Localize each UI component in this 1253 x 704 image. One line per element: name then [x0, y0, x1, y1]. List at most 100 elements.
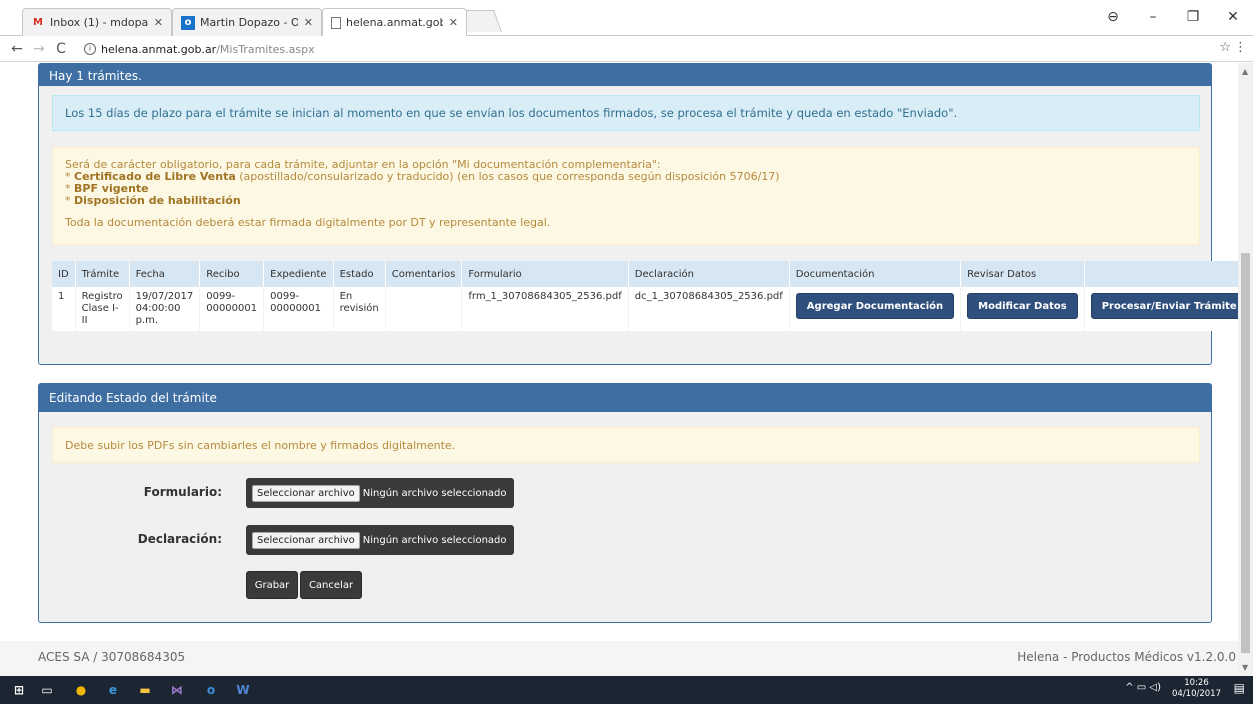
taskbar-clock[interactable]: 10:26 04/10/2017: [1172, 678, 1221, 700]
restore-button[interactable]: ❐: [1173, 9, 1213, 25]
cell-revisar: Modificar Datos: [960, 287, 1085, 331]
url-path: /MisTramites.aspx: [216, 42, 315, 56]
page-icon: [331, 16, 341, 29]
tramites-table: ID Trámite Fecha Recibo Expediente Estad…: [52, 261, 1238, 331]
address-bar: ← → C i helena.anmat.gob.ar /MisTramites…: [0, 36, 1253, 62]
formulario-file-input[interactable]: Seleccionar archivo Ningún archivo selec…: [246, 478, 514, 508]
window-controls: ⊖ – ❐ ✕: [1093, 0, 1253, 34]
chrome-icon[interactable]: ●: [68, 680, 94, 700]
col-declaracion: Declaración: [628, 261, 790, 287]
upload-warning: Debe subir los PDFs sin cambiarles el no…: [52, 427, 1200, 463]
save-button[interactable]: Grabar: [246, 571, 298, 599]
url-field[interactable]: i helena.anmat.gob.ar /MisTramites.aspx: [84, 39, 1224, 59]
col-tramite: Trámite: [75, 261, 130, 287]
col-recibo: Recibo: [199, 261, 265, 287]
scroll-up-icon[interactable]: ▲: [1242, 67, 1248, 76]
gmail-icon: M: [33, 17, 43, 28]
warning-item1-rest: (apostillado/consularizado y traducido) …: [235, 170, 780, 183]
cell-expediente-2: 00000001: [270, 303, 322, 314]
tab-gmail[interactable]: M Inbox (1) - mdopazo@g ✕: [22, 8, 172, 36]
declaracion-no-file-text: Ningún archivo seleccionado: [362, 534, 507, 546]
cell-fecha-2: 04:00:00 p.m.: [135, 303, 181, 326]
windows-taskbar: ⊞ ▭ ● e ▬ ⋈ o W ^ ▭ ◁) 10:26 04/10/2017 …: [0, 676, 1253, 704]
warning-item3: * Disposición de habilitación: [65, 194, 241, 207]
col-fecha: Fecha: [129, 261, 201, 287]
task-view-icon[interactable]: ▭: [34, 680, 60, 700]
close-window-button[interactable]: ✕: [1213, 9, 1253, 25]
outlook-icon: o: [181, 15, 195, 30]
declaracion-file-input[interactable]: Seleccionar archivo Ningún archivo selec…: [246, 525, 514, 555]
cell-fecha-1: 19/07/2017: [135, 291, 194, 302]
process-send-button[interactable]: Procesar/Enviar Trámite: [1090, 293, 1238, 319]
cell-expediente-1: 0099-: [270, 291, 300, 302]
upload-warning-text: Debe subir los PDFs sin cambiarles el no…: [65, 438, 456, 452]
modify-data-button[interactable]: Modificar Datos: [967, 293, 1078, 319]
table-row: 1 Registro Clase I-II 19/07/2017 04:00:00 …: [52, 287, 1238, 331]
cell-recibo-2: 00000001: [206, 303, 258, 314]
close-icon[interactable]: ✕: [154, 16, 163, 29]
col-formulario: Formulario: [461, 261, 629, 287]
info-icon[interactable]: i: [84, 43, 96, 55]
warning-line-last: Toda la documentación deberá estar firma…: [65, 216, 551, 229]
info-alert-text: Los 15 días de plazo para el trámite se …: [65, 106, 958, 120]
cell-formulario[interactable]: frm_1_30708684305_2536.pdf: [461, 287, 629, 331]
col-expediente: Expediente: [263, 261, 334, 287]
footer-company: ACES SA / 30708684305: [38, 650, 186, 664]
cell-tramite: Registro Clase I-II: [75, 287, 130, 331]
tab-outlook-label: Martin Dopazo - Outloo: [200, 16, 298, 29]
back-button[interactable]: ←: [6, 41, 28, 57]
info-alert: Los 15 días de plazo para el trámite se …: [52, 95, 1200, 131]
declaracion-select-file-button[interactable]: Seleccionar archivo: [252, 531, 360, 549]
tab-helena[interactable]: helena.anmat.gob.ar/Mi ✕: [322, 8, 467, 36]
word-icon[interactable]: W: [230, 680, 256, 700]
formulario-label: Formulario:: [143, 485, 222, 499]
cell-declaracion[interactable]: dc_1_30708684305_2536.pdf: [628, 287, 790, 331]
clock-date: 04/10/2017: [1172, 689, 1221, 699]
file-explorer-icon[interactable]: ▬: [132, 680, 158, 700]
page-scrollbar[interactable]: ▲ ▼: [1238, 63, 1253, 676]
cell-acciones: Procesar/Enviar Trámite: [1084, 287, 1238, 331]
cell-recibo: 0099- 00000001: [199, 287, 265, 331]
declaracion-label: Declaración:: [137, 532, 222, 546]
account-icon[interactable]: ⊖: [1093, 9, 1133, 25]
cell-fecha: 19/07/2017 04:00:00 p.m.: [129, 287, 201, 331]
cell-comentarios: [385, 287, 463, 331]
cell-documentacion: Agregar Documentación: [789, 287, 962, 331]
table-header-row: ID Trámite Fecha Recibo Expediente Estad…: [52, 261, 1238, 287]
col-estado: Estado: [333, 261, 386, 287]
warning-item1: * Certificado de Libre Venta (apostillad…: [65, 170, 780, 183]
formulario-select-file-button[interactable]: Seleccionar archivo: [252, 484, 360, 502]
outlook-taskbar-icon[interactable]: o: [198, 680, 224, 700]
cell-tramite-2: Clase I-II: [81, 303, 119, 326]
page-footer: ACES SA / 30708684305 Helena - Productos…: [0, 641, 1238, 676]
visual-studio-icon[interactable]: ⋈: [164, 680, 190, 700]
clock-time: 10:26: [1184, 678, 1209, 688]
cell-id: 1: [52, 287, 76, 331]
forward-button[interactable]: →: [28, 41, 50, 57]
tab-gmail-label: Inbox (1) - mdopazo@g: [50, 16, 148, 29]
system-tray-icons[interactable]: ^ ▭ ◁): [1125, 682, 1161, 693]
footer-version: Helena - Productos Médicos v1.2.0.0: [1017, 650, 1236, 664]
menu-kebab-icon[interactable]: ⋮: [1234, 40, 1247, 55]
add-documentation-button[interactable]: Agregar Documentación: [795, 293, 955, 319]
browser-tab-bar: M Inbox (1) - mdopazo@g ✕ o Martin Dopaz…: [0, 0, 1253, 36]
tab-outlook[interactable]: o Martin Dopazo - Outloo ✕: [172, 8, 322, 36]
notifications-icon[interactable]: ▤: [1234, 681, 1245, 695]
reload-button[interactable]: C: [50, 41, 72, 57]
warning-alert: Será de carácter obligatorio, para cada …: [52, 147, 1200, 245]
bookmark-star-icon[interactable]: ☆: [1219, 40, 1231, 55]
minimize-button[interactable]: –: [1133, 9, 1173, 25]
col-id: ID: [52, 261, 76, 287]
close-icon[interactable]: ✕: [304, 16, 313, 29]
scroll-down-icon[interactable]: ▼: [1242, 663, 1248, 672]
close-icon[interactable]: ✕: [449, 16, 458, 29]
scroll-thumb[interactable]: [1241, 253, 1250, 653]
tab-helena-label: helena.anmat.gob.ar/Mi: [346, 16, 443, 29]
edge-icon[interactable]: e: [100, 680, 126, 700]
cell-estado: En revisión: [333, 287, 386, 331]
col-acciones: [1084, 261, 1238, 287]
cancel-button[interactable]: Cancelar: [300, 571, 362, 599]
cell-estado-2: revisión: [339, 303, 379, 314]
col-documentacion: Documentación: [789, 261, 962, 287]
windows-start-icon[interactable]: ⊞: [6, 680, 32, 700]
